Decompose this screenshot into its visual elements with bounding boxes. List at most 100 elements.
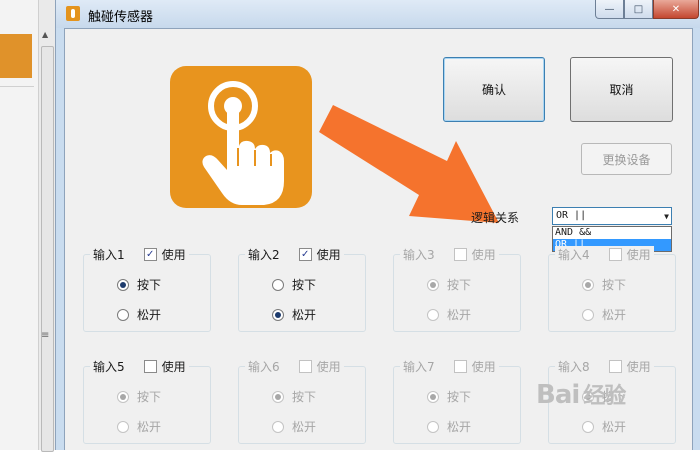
minimize-button[interactable]: — xyxy=(595,0,624,19)
background-window xyxy=(0,0,43,450)
release-label: 松开 xyxy=(292,308,317,322)
scrollbar-thumb[interactable] xyxy=(41,46,54,452)
use-label: 使用 xyxy=(161,360,186,374)
use-label: 使用 xyxy=(626,248,651,262)
input-label: 输入6 xyxy=(248,360,280,374)
release-label: 松开 xyxy=(447,420,472,434)
use-checkbox[interactable] xyxy=(608,248,622,261)
touch-app-icon xyxy=(66,6,80,21)
input-group-6: 输入6 使用 按下 松开 xyxy=(238,358,366,444)
baidu-watermark: Bai 经验 xyxy=(536,378,626,410)
close-button[interactable]: ✕ xyxy=(653,0,699,19)
background-scrollbar[interactable]: ▲ ≡ xyxy=(38,0,55,452)
press-option: 按下 xyxy=(582,276,626,293)
press-radio xyxy=(582,278,594,291)
use-checkbox[interactable] xyxy=(608,360,622,373)
release-option: 松开 xyxy=(272,418,316,435)
release-label: 松开 xyxy=(602,308,627,322)
input-group-3: 输入3 使用 按下 松开 xyxy=(393,246,521,332)
logic-option-and[interactable]: AND && xyxy=(553,227,671,239)
press-label: 按下 xyxy=(602,278,627,292)
release-radio xyxy=(427,308,439,321)
press-label: 按下 xyxy=(447,278,472,292)
input-label: 输入5 xyxy=(93,360,125,374)
use-checkbox[interactable] xyxy=(143,248,157,261)
press-label: 按下 xyxy=(137,278,162,292)
release-label: 松开 xyxy=(447,308,472,322)
press-radio xyxy=(427,278,439,291)
release-option: 松开 xyxy=(117,418,161,435)
use-label: 使用 xyxy=(316,360,341,374)
use-checkbox[interactable] xyxy=(298,248,312,261)
use-label: 使用 xyxy=(626,360,651,374)
release-option: 松开 xyxy=(427,306,471,323)
window-title: 触碰传感器 xyxy=(88,10,154,25)
use-checkbox[interactable] xyxy=(453,248,467,261)
press-radio xyxy=(427,390,439,403)
release-label: 松开 xyxy=(137,420,162,434)
press-option: 按下 xyxy=(272,388,316,405)
release-radio xyxy=(582,308,594,321)
release-radio xyxy=(117,420,129,433)
press-radio[interactable] xyxy=(117,278,129,291)
release-radio xyxy=(582,420,594,433)
input-group-2: 输入2 使用 按下 松开 xyxy=(238,246,366,332)
press-radio xyxy=(272,390,284,403)
press-label: 按下 xyxy=(292,278,317,292)
press-option[interactable]: 按下 xyxy=(117,276,161,293)
replace-device-button[interactable]: 更换设备 xyxy=(581,143,672,175)
background-orange-tile xyxy=(0,34,32,78)
press-label: 按下 xyxy=(137,390,162,404)
logic-selected-value: OR || xyxy=(556,210,587,221)
touch-sensor-icon xyxy=(170,66,312,208)
use-label: 使用 xyxy=(161,248,186,262)
confirm-button[interactable]: 确认 xyxy=(443,57,545,122)
input-label: 输入8 xyxy=(558,360,590,374)
press-radio[interactable] xyxy=(272,278,284,291)
release-option: 松开 xyxy=(427,418,471,435)
release-label: 松开 xyxy=(602,420,627,434)
input-label: 输入4 xyxy=(558,248,590,262)
press-option: 按下 xyxy=(427,276,471,293)
scroll-up-icon[interactable]: ▲ xyxy=(42,30,48,39)
logic-relation-label: 逻辑关系 xyxy=(471,211,520,225)
release-option[interactable]: 松开 xyxy=(272,306,316,323)
maximize-button[interactable]: □ xyxy=(624,0,653,19)
use-label: 使用 xyxy=(471,360,496,374)
input-label: 输入1 xyxy=(93,248,125,262)
release-radio[interactable] xyxy=(117,308,129,321)
title-bar[interactable]: 触碰传感器 — □ ✕ xyxy=(56,0,700,28)
release-option[interactable]: 松开 xyxy=(117,306,161,323)
release-radio xyxy=(427,420,439,433)
input-label: 输入7 xyxy=(403,360,435,374)
input-group-4: 输入4 使用 按下 松开 xyxy=(548,246,676,332)
input-label: 输入3 xyxy=(403,248,435,262)
press-option[interactable]: 按下 xyxy=(272,276,316,293)
press-label: 按下 xyxy=(292,390,317,404)
press-option: 按下 xyxy=(117,388,161,405)
use-checkbox[interactable] xyxy=(453,360,467,373)
press-label: 按下 xyxy=(447,390,472,404)
scroll-grip-icon: ≡ xyxy=(41,330,50,341)
press-option: 按下 xyxy=(427,388,471,405)
caption-buttons: — □ ✕ xyxy=(595,0,699,20)
use-checkbox[interactable] xyxy=(298,360,312,373)
input-label: 输入2 xyxy=(248,248,280,262)
use-checkbox[interactable] xyxy=(143,360,157,373)
watermark-sub: 经验 xyxy=(583,384,626,409)
use-label: 使用 xyxy=(471,248,496,262)
release-option: 松开 xyxy=(582,306,626,323)
release-radio xyxy=(272,420,284,433)
background-divider xyxy=(0,86,34,87)
use-label: 使用 xyxy=(316,248,341,262)
watermark-text: Bai xyxy=(536,380,580,410)
press-radio xyxy=(117,390,129,403)
logic-relation-select[interactable]: OR || ▼ xyxy=(552,207,672,225)
release-label: 松开 xyxy=(292,420,317,434)
input-group-5: 输入5 使用 按下 松开 xyxy=(83,358,211,444)
dropdown-arrow-icon[interactable]: ▼ xyxy=(664,209,669,225)
release-radio[interactable] xyxy=(272,308,284,321)
cancel-button[interactable]: 取消 xyxy=(570,57,673,122)
input-group-7: 输入7 使用 按下 松开 xyxy=(393,358,521,444)
release-label: 松开 xyxy=(137,308,162,322)
